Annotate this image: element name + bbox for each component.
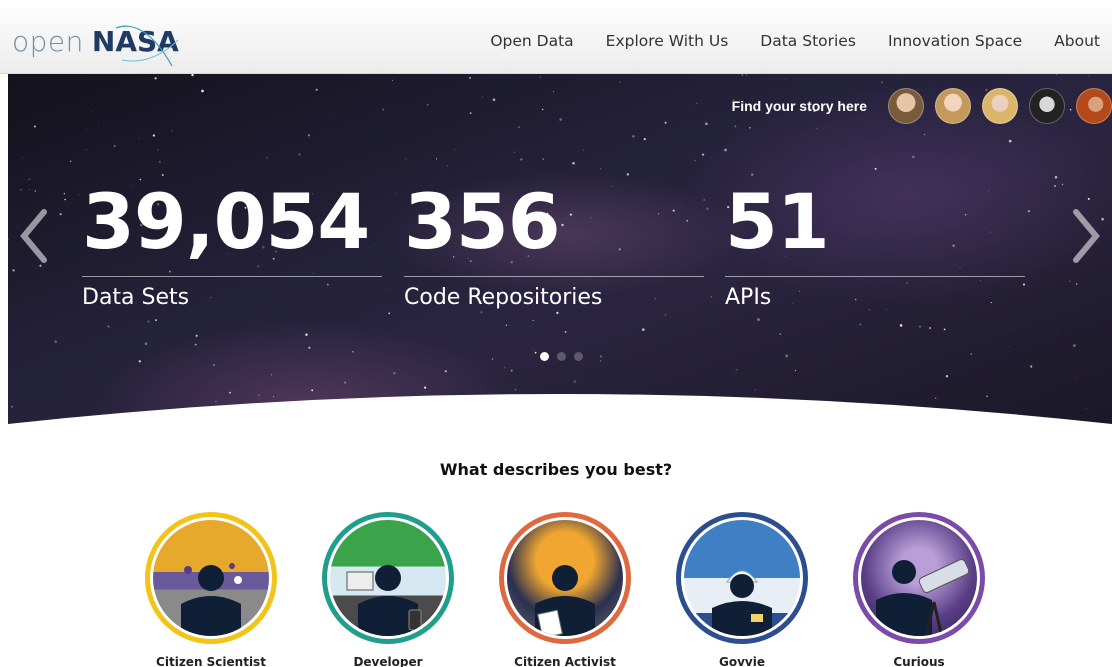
stat-value: 39,054: [82, 177, 370, 266]
telescope-icon: [876, 558, 970, 636]
persona-label: Citizen Scientist: [156, 655, 266, 667]
nav-explore-with-us[interactable]: Explore With Us: [606, 32, 729, 50]
persona-curious[interactable]: Curious: [844, 512, 994, 667]
developer-icon: [327, 517, 449, 639]
stat-code-repositories[interactable]: 356 Code Repositories: [404, 182, 704, 310]
find-your-story: Find your story here: [732, 88, 1112, 124]
carousel-dots: [540, 352, 591, 361]
story-avatar-3[interactable]: [982, 88, 1018, 124]
persona-label: Curious: [893, 655, 945, 667]
stat-label: Data Sets: [82, 285, 190, 310]
stat-value: 356: [404, 177, 561, 266]
site-header: open NASA Open Data Explore With Us Data…: [0, 8, 1112, 74]
citizen-activist-icon: [504, 517, 626, 639]
stat-divider: [404, 276, 704, 277]
logo-swoosh-icon: [115, 25, 179, 67]
stat-apis[interactable]: 51 APIs: [725, 182, 1025, 310]
stat-divider: [725, 276, 1025, 277]
nav-innovation-space[interactable]: Innovation Space: [888, 32, 1022, 50]
nav-open-data[interactable]: Open Data: [490, 32, 573, 50]
story-label: Find your story here: [731, 98, 867, 114]
citizen-scientist-icon: [150, 517, 272, 639]
carousel-dot-1[interactable]: [540, 352, 549, 361]
carousel-dot-3[interactable]: [574, 352, 583, 361]
hero-carousel: Find your story here 39,054 Data Sets 35…: [8, 74, 1112, 434]
story-avatar-5[interactable]: [1076, 88, 1112, 124]
person-silhouette-icon: [712, 570, 772, 636]
curious-icon: [858, 517, 980, 639]
story-avatar-1[interactable]: [888, 88, 924, 124]
stat-label: APIs: [725, 285, 772, 310]
nav-about[interactable]: About: [1054, 32, 1100, 50]
story-avatar-2[interactable]: [935, 88, 971, 124]
logo-open-text: open: [12, 24, 84, 58]
nav-data-stories[interactable]: Data Stories: [760, 32, 856, 50]
persona-badge: [499, 512, 631, 644]
persona-badge: [145, 512, 277, 644]
stat-label: Code Repositories: [404, 285, 603, 310]
persona-citizen-activist[interactable]: Citizen Activist: [490, 512, 640, 667]
hero-bottom-curve: [8, 394, 1112, 434]
stat-divider: [82, 276, 382, 277]
govvie-icon: [681, 517, 803, 639]
story-avatar-4[interactable]: [1029, 88, 1065, 124]
person-silhouette-icon: [346, 565, 422, 636]
persona-badge: [322, 512, 454, 644]
stat-data-sets[interactable]: 39,054 Data Sets: [82, 182, 382, 310]
carousel-dot-2[interactable]: [557, 352, 566, 361]
persona-label: Citizen Activist: [514, 655, 616, 667]
person-silhouette-icon: [535, 565, 595, 636]
persona-badge: [853, 512, 985, 644]
persona-badge: [676, 512, 808, 644]
persona-question: What describes you best?: [439, 460, 673, 479]
persona-developer[interactable]: Developer: [313, 512, 463, 667]
carousel-next-icon[interactable]: [1068, 206, 1104, 266]
persona-label: Developer: [353, 655, 423, 667]
persona-label: Govvie: [719, 655, 765, 667]
main-nav: Open Data Explore With Us Data Stories I…: [458, 8, 1100, 74]
carousel-prev-icon[interactable]: [16, 206, 52, 266]
persona-citizen-scientist[interactable]: Citizen Scientist: [136, 512, 286, 667]
persona-govvie[interactable]: Govvie: [667, 512, 817, 667]
opennasa-logo[interactable]: open NASA: [12, 18, 179, 67]
person-silhouette-icon: [181, 563, 242, 636]
stat-value: 51: [725, 177, 830, 266]
